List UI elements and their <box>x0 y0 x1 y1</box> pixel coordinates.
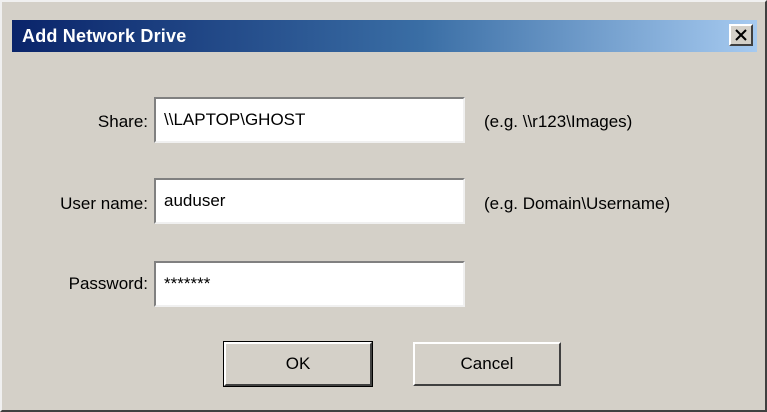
share-label: Share: <box>97 112 148 131</box>
username-label: User name: <box>60 194 148 213</box>
close-button[interactable] <box>729 24 753 46</box>
close-icon <box>735 29 747 41</box>
cancel-button[interactable]: Cancel <box>413 342 561 386</box>
username-input[interactable] <box>154 178 465 224</box>
share-hint: (e.g. \\r123\Images) <box>484 112 633 131</box>
title-bar[interactable]: Add Network Drive <box>12 20 757 52</box>
password-label: Password: <box>68 274 148 293</box>
add-network-drive-dialog: Add Network Drive Share: (e.g. \\r123\Im… <box>0 0 767 412</box>
ok-button[interactable]: OK <box>223 341 373 387</box>
username-hint: (e.g. Domain\Username) <box>484 194 671 213</box>
dialog-title: Add Network Drive <box>22 26 187 46</box>
password-input[interactable] <box>154 261 465 307</box>
share-input[interactable] <box>154 97 465 143</box>
